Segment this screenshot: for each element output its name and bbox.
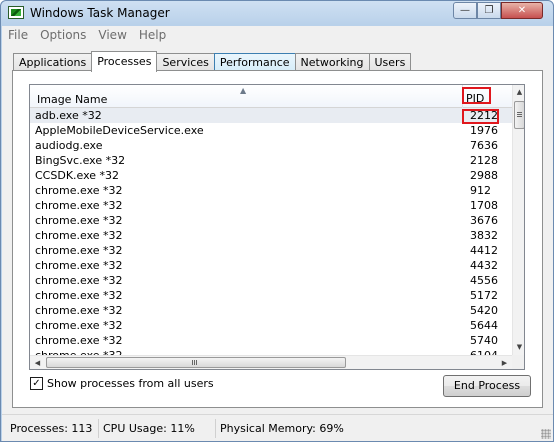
status-bar: Processes: 113 CPU Usage: 11% Physical M… [2,414,553,441]
table-row[interactable]: audiodg.exe 7636 [30,138,512,153]
table-row[interactable]: adb.exe *32 2212 [30,108,512,123]
highlight-box-pid-header [462,87,491,104]
tab-processes[interactable]: Processes [91,51,158,72]
horizontal-scrollbar[interactable]: ◀ ▶ [30,355,512,369]
resize-grip-icon[interactable] [541,429,551,439]
process-image-name: chrome.exe *32 [35,244,123,257]
highlight-box-selected-pid [462,109,499,124]
scroll-right-icon[interactable]: ▶ [497,356,512,369]
process-image-name: CCSDK.exe *32 [35,169,120,182]
scroll-up-icon[interactable]: ▲ [513,85,524,100]
process-pid: 4556 [470,274,498,287]
table-row[interactable]: chrome.exe *32 4432 [30,258,512,273]
table-row[interactable]: chrome.exe *32 4556 [30,273,512,288]
process-pid: 5740 [470,334,498,347]
table-row[interactable]: AppleMobileDeviceService.exe 1976 [30,123,512,138]
process-image-name: chrome.exe *32 [35,304,123,317]
table-row[interactable]: chrome.exe *32 3832 [30,228,512,243]
process-image-name: BingSvc.exe *32 [35,154,126,167]
show-all-users-option[interactable]: ✓ Show processes from all users [30,377,214,390]
menu-bar: File Options View Help [2,26,553,45]
process-pid: 912 [470,184,491,197]
process-image-name: chrome.exe *32 [35,334,123,347]
scrollbar-corner [512,355,524,369]
tab-networking[interactable]: Networking [294,53,370,71]
process-pid: 3676 [470,214,498,227]
process-image-name: chrome.exe *32 [35,229,123,242]
show-all-users-label[interactable]: Show processes from all users [47,377,214,390]
process-pid: 5172 [470,289,498,302]
restore-button[interactable]: ❐ [477,2,501,19]
process-list[interactable]: Image Name ▲ PID adb.exe *32 2212 AppleMob… [29,84,525,370]
scroll-down-icon[interactable]: ▼ [513,340,524,355]
scroll-left-icon[interactable]: ◀ [30,356,45,369]
process-image-name: adb.exe *32 [35,109,102,122]
process-pid: 7636 [470,139,498,152]
process-image-name: chrome.exe *32 [35,289,123,302]
vertical-scroll-thumb[interactable] [514,101,524,129]
processes-panel: Image Name ▲ PID adb.exe *32 2212 AppleMob… [12,70,543,408]
window-title: Windows Task Manager [30,6,170,20]
process-image-name: AppleMobileDeviceService.exe [35,124,204,137]
menu-view[interactable]: View [92,26,132,45]
process-rows: adb.exe *32 2212 AppleMobileDeviceService.… [30,108,512,363]
minimize-button[interactable]: — [453,2,477,19]
process-pid: 2128 [470,154,498,167]
tab-users[interactable]: Users [368,53,412,71]
status-physical-memory: Physical Memory: 69% [215,419,348,438]
process-pid: 4412 [470,244,498,257]
tab-services[interactable]: Services [156,53,215,71]
grip-icon [192,360,198,365]
client-area: Applications Processes Services Performa… [2,45,553,441]
process-pid: 2988 [470,169,498,182]
process-image-name: chrome.exe *32 [35,259,123,272]
process-pid: 5420 [470,304,498,317]
menu-file[interactable]: File [2,26,34,45]
tab-applications[interactable]: Applications [13,53,93,71]
table-row[interactable]: chrome.exe *32 5740 [30,333,512,348]
process-image-name: chrome.exe *32 [35,199,123,212]
menu-help[interactable]: Help [133,26,172,45]
process-image-name: audiodg.exe [35,139,103,152]
process-pid: 5644 [470,319,498,332]
table-row[interactable]: chrome.exe *32 5172 [30,288,512,303]
task-manager-icon [8,6,24,19]
process-image-name: chrome.exe *32 [35,319,123,332]
tab-performance[interactable]: Performance [213,53,296,71]
end-process-button[interactable]: End Process [443,375,531,397]
sort-ascending-icon: ▲ [240,86,247,95]
table-row[interactable]: chrome.exe *32 5644 [30,318,512,333]
process-pid: 1976 [470,124,498,137]
title-bar[interactable]: Windows Task Manager — ❐ ✕ [1,1,553,25]
tab-strip: Applications Processes Services Performa… [13,51,412,72]
list-header: Image Name ▲ PID [30,85,512,108]
table-row[interactable]: chrome.exe *32 5420 [30,303,512,318]
menu-options[interactable]: Options [34,26,92,45]
status-processes: Processes: 113 [10,422,93,435]
process-pid: 4432 [470,259,498,272]
task-manager-window: Windows Task Manager — ❐ ✕ File Options … [0,0,554,442]
window-controls: — ❐ ✕ [453,2,543,19]
process-image-name: chrome.exe *32 [35,184,123,197]
close-button[interactable]: ✕ [501,2,543,19]
table-row[interactable]: chrome.exe *32 3676 [30,213,512,228]
status-cpu-usage: CPU Usage: 11% [98,419,199,438]
table-row[interactable]: CCSDK.exe *32 2988 [30,168,512,183]
process-image-name: chrome.exe *32 [35,274,123,287]
process-pid: 1708 [470,199,498,212]
table-row[interactable]: chrome.exe *32 1708 [30,198,512,213]
table-row[interactable]: BingSvc.exe *32 2128 [30,153,512,168]
table-row[interactable]: chrome.exe *32 4412 [30,243,512,258]
show-all-users-checkbox[interactable]: ✓ [30,377,43,390]
grip-icon [517,112,522,118]
horizontal-scroll-thumb[interactable] [46,357,346,368]
process-image-name: chrome.exe *32 [35,214,123,227]
column-header-image-name[interactable]: Image Name [37,93,107,106]
table-row[interactable]: chrome.exe *32 912 [30,183,512,198]
process-pid: 3832 [470,229,498,242]
vertical-scrollbar[interactable]: ▲ ▼ [512,85,524,355]
